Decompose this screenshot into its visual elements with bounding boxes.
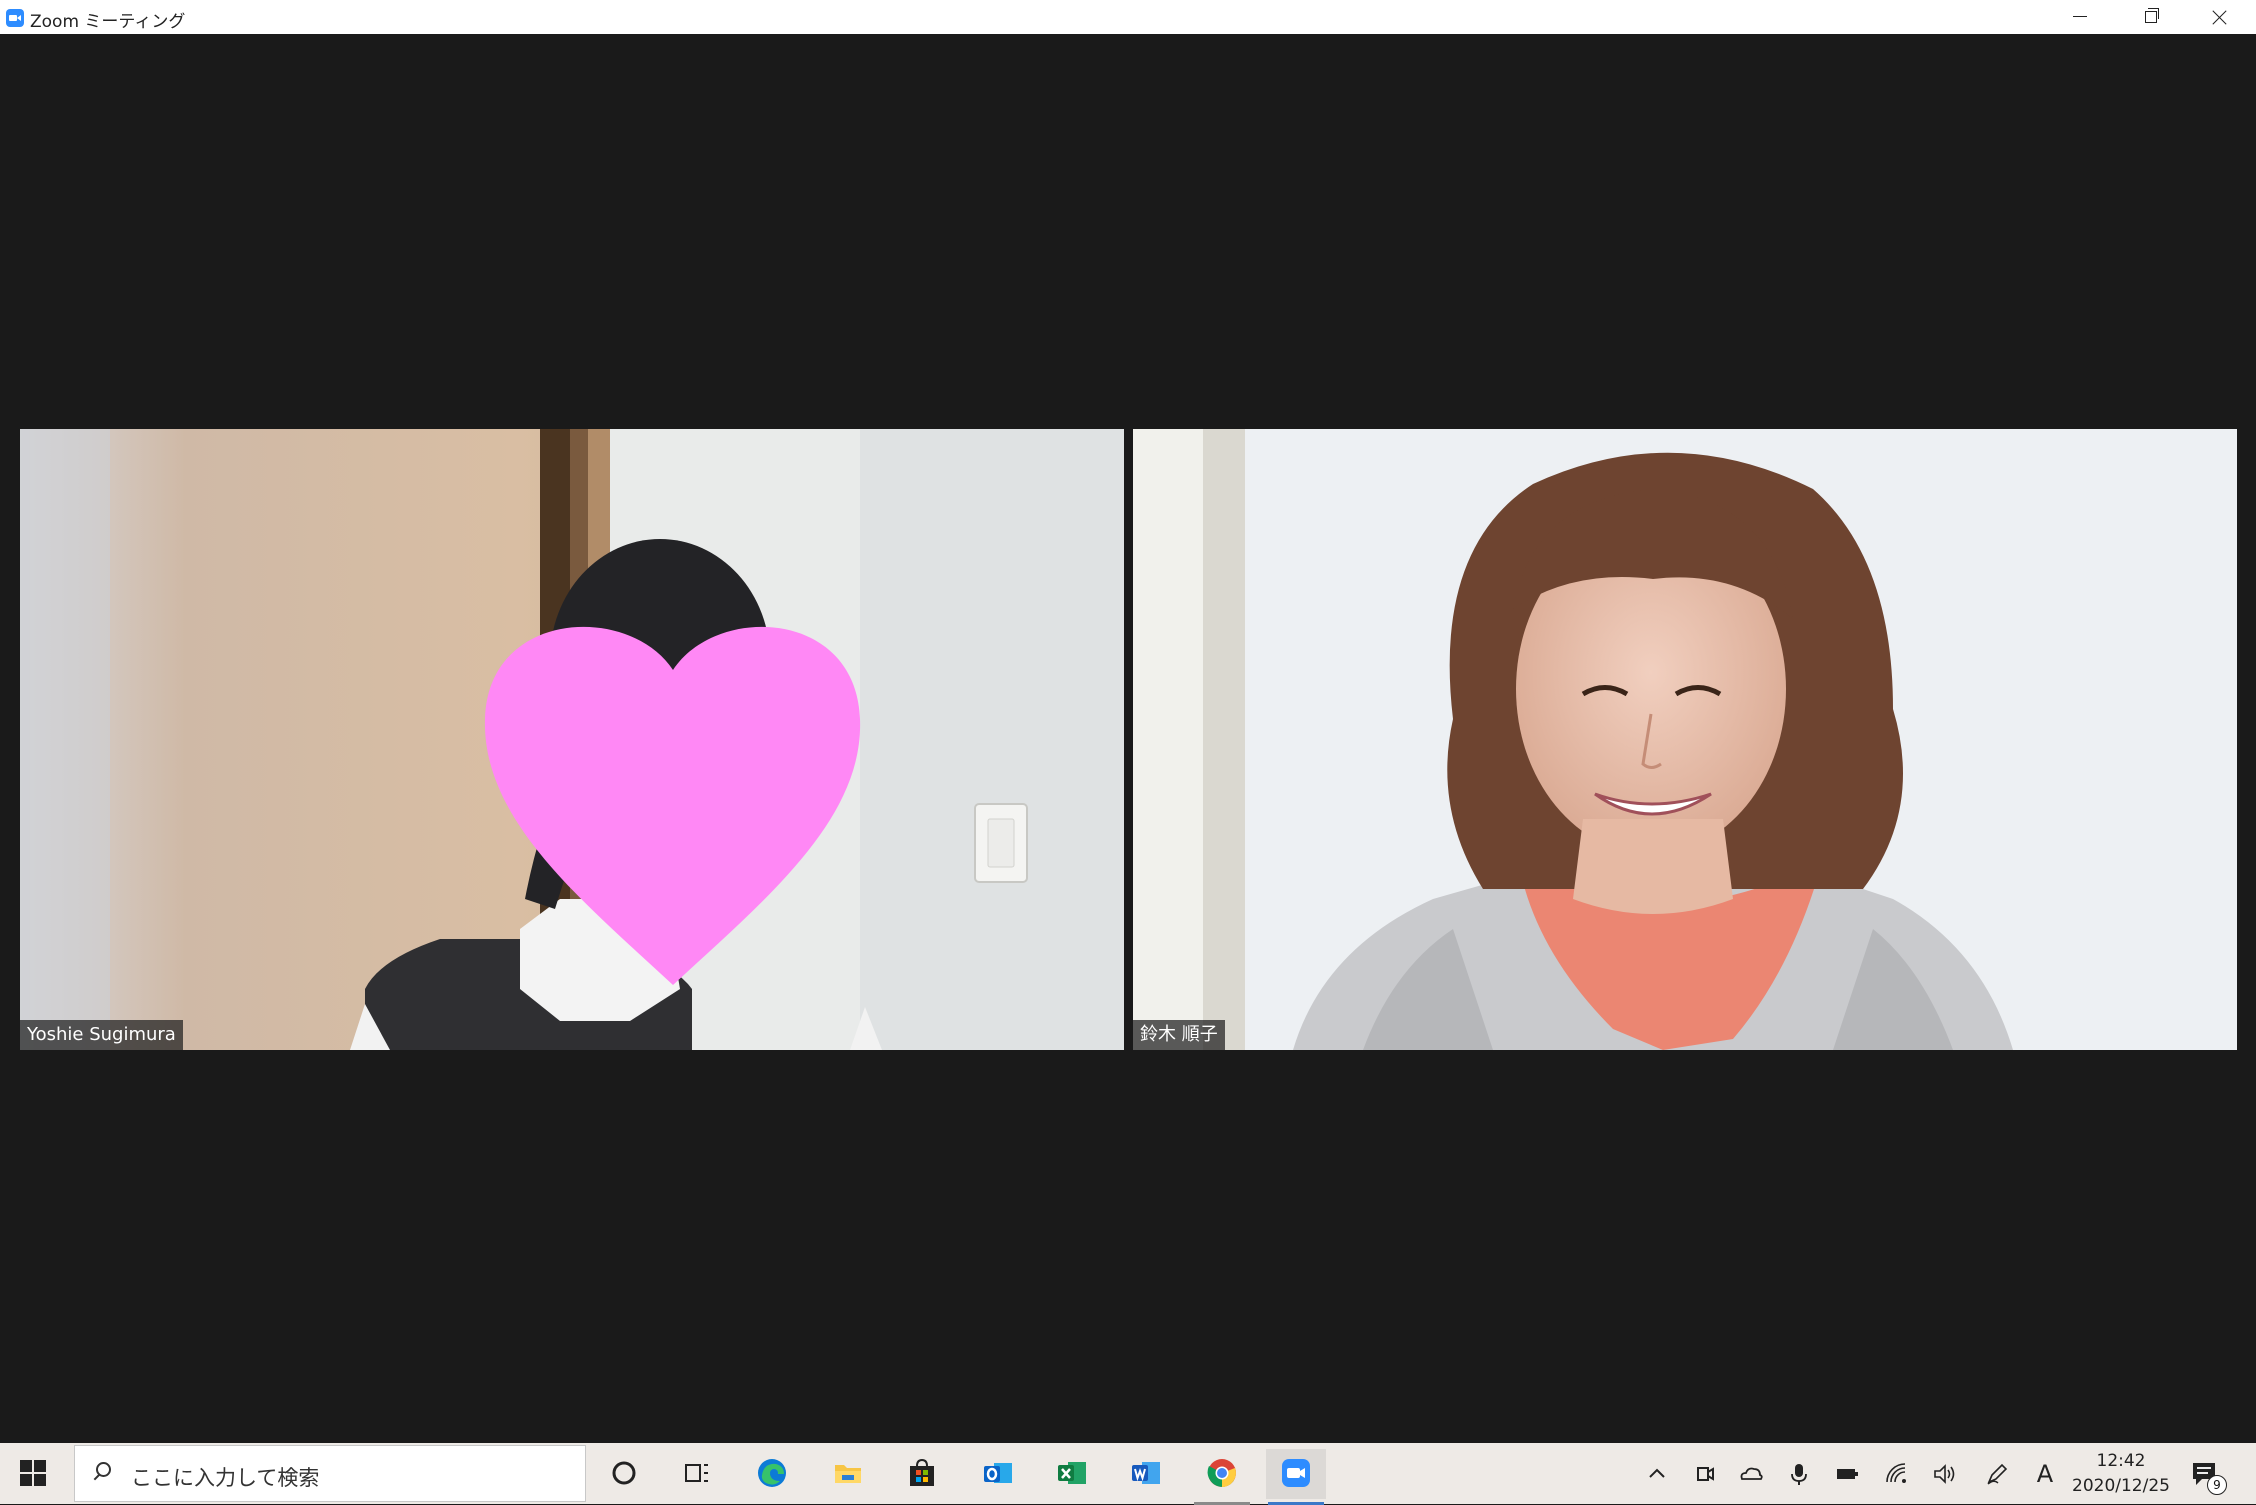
- store-icon[interactable]: [892, 1449, 952, 1499]
- edge-icon[interactable]: [742, 1449, 802, 1499]
- pen-workspace-icon[interactable]: [1984, 1461, 2010, 1487]
- word-icon[interactable]: [1116, 1449, 1176, 1499]
- battery-icon[interactable]: [1834, 1461, 1860, 1487]
- participant-video: [1133, 429, 2237, 1050]
- outlook-icon[interactable]: [968, 1449, 1028, 1499]
- participant-name-tag: 鈴木 順子: [1133, 1020, 1225, 1050]
- participant-video-tile[interactable]: Yoshie Sugimura: [20, 429, 1124, 1050]
- clock-date[interactable]: 2020/12/25: [2066, 1476, 2176, 1496]
- wifi-icon[interactable]: [1884, 1461, 1910, 1487]
- window-title: Zoom ミーティング: [30, 12, 186, 32]
- show-hidden-icons-chevron-icon[interactable]: [1644, 1461, 1670, 1487]
- chrome-icon[interactable]: [1192, 1449, 1252, 1505]
- notification-count-badge: 9: [2207, 1475, 2227, 1495]
- onedrive-icon[interactable]: [1738, 1461, 1764, 1487]
- search-placeholder: ここに入力して検索: [131, 1466, 320, 1490]
- minimize-button[interactable]: [2044, 0, 2114, 34]
- clock-time[interactable]: 12:42: [2076, 1451, 2166, 1471]
- title-bar: Zoom ミーティング: [0, 0, 2256, 34]
- excel-icon[interactable]: [1042, 1449, 1102, 1499]
- microphone-icon[interactable]: [1786, 1461, 1812, 1487]
- ime-indicator[interactable]: A: [2032, 1461, 2058, 1487]
- cortana-icon[interactable]: [594, 1449, 654, 1499]
- participant-video: [20, 429, 1124, 1050]
- zoom-logo-icon: [6, 9, 24, 27]
- search-icon: [91, 1462, 111, 1480]
- task-view-icon[interactable]: [666, 1449, 726, 1499]
- file-explorer-icon[interactable]: [818, 1449, 878, 1499]
- close-button[interactable]: [2184, 0, 2254, 34]
- taskbar-search-box[interactable]: ここに入力して検索: [74, 1445, 586, 1502]
- participant-name-tag: Yoshie Sugimura: [20, 1020, 183, 1050]
- volume-icon[interactable]: [1932, 1461, 1958, 1487]
- windows-start-icon[interactable]: [20, 1460, 48, 1488]
- participant-video-tile[interactable]: 鈴木 順子: [1133, 429, 2237, 1050]
- restore-button[interactable]: [2114, 0, 2184, 34]
- taskbar: ここに入力して検索 A 12:42 2020/12/25 9: [0, 1443, 2256, 1505]
- meet-now-icon[interactable]: [1692, 1461, 1718, 1487]
- zoom-icon[interactable]: [1266, 1449, 1326, 1505]
